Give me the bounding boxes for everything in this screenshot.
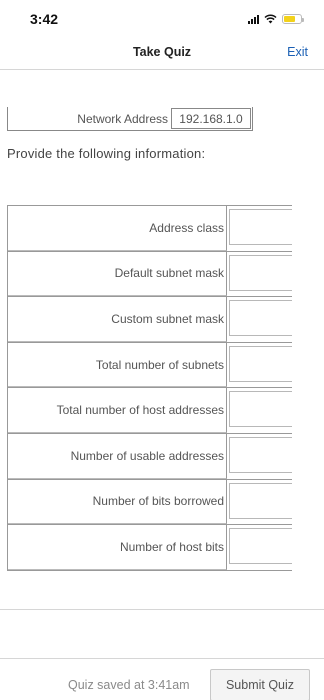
total-subnets-input[interactable] (229, 345, 292, 382)
wifi-icon (264, 14, 277, 24)
total-host-addresses-label: Total number of host addresses (8, 388, 227, 433)
address-class-label: Address class (8, 206, 227, 251)
bits-borrowed-label: Number of bits borrowed (8, 479, 227, 525)
host-bits-input[interactable] (229, 528, 292, 565)
usable-addresses-label: Number of usable addresses (8, 433, 227, 479)
network-address-label: Network Address (77, 112, 168, 126)
save-status: Quiz saved at 3:41am (68, 678, 190, 692)
table-row: Total number of subnets (7, 341, 292, 388)
status-icons (248, 12, 304, 26)
quiz-footer: Quiz saved at 3:41am Submit Quiz (0, 658, 324, 700)
status-time: 3:42 (30, 11, 59, 27)
table-row: Custom subnet mask (7, 296, 292, 342)
total-host-addresses-input[interactable] (229, 391, 292, 428)
bits-borrowed-input[interactable] (229, 482, 292, 519)
quiz-header: Take Quiz Exit (0, 36, 324, 70)
table-row: Default subnet mask (7, 250, 292, 297)
status-bar: 3:42 (0, 0, 324, 36)
question-prompt: Provide the following information: (7, 146, 206, 161)
submit-quiz-button[interactable]: Submit Quiz (210, 669, 310, 700)
address-class-input[interactable] (229, 209, 292, 245)
signal-icon (248, 14, 259, 24)
custom-subnet-mask-label: Custom subnet mask (8, 297, 227, 342)
table-row: Address class (7, 205, 292, 251)
total-subnets-label: Total number of subnets (8, 342, 227, 388)
exit-button[interactable]: Exit (287, 45, 308, 59)
usable-addresses-input[interactable] (229, 436, 292, 473)
table-row: Number of usable addresses (7, 432, 292, 479)
host-bits-label: Number of host bits (8, 525, 227, 570)
default-subnet-mask-input[interactable] (229, 254, 292, 291)
table-row: Total number of host addresses (7, 387, 292, 433)
network-address-row: Network Address 192.168.1.0 (7, 107, 253, 131)
answer-table: Address class Default subnet mask Custom… (7, 205, 292, 571)
page-title: Take Quiz (132, 45, 192, 59)
custom-subnet-mask-input[interactable] (229, 300, 292, 337)
default-subnet-mask-label: Default subnet mask (8, 251, 227, 297)
battery-icon (282, 14, 304, 24)
network-address-value: 192.168.1.0 (171, 108, 251, 129)
table-row: Number of bits borrowed (7, 478, 292, 525)
table-row: Number of host bits (7, 524, 292, 570)
